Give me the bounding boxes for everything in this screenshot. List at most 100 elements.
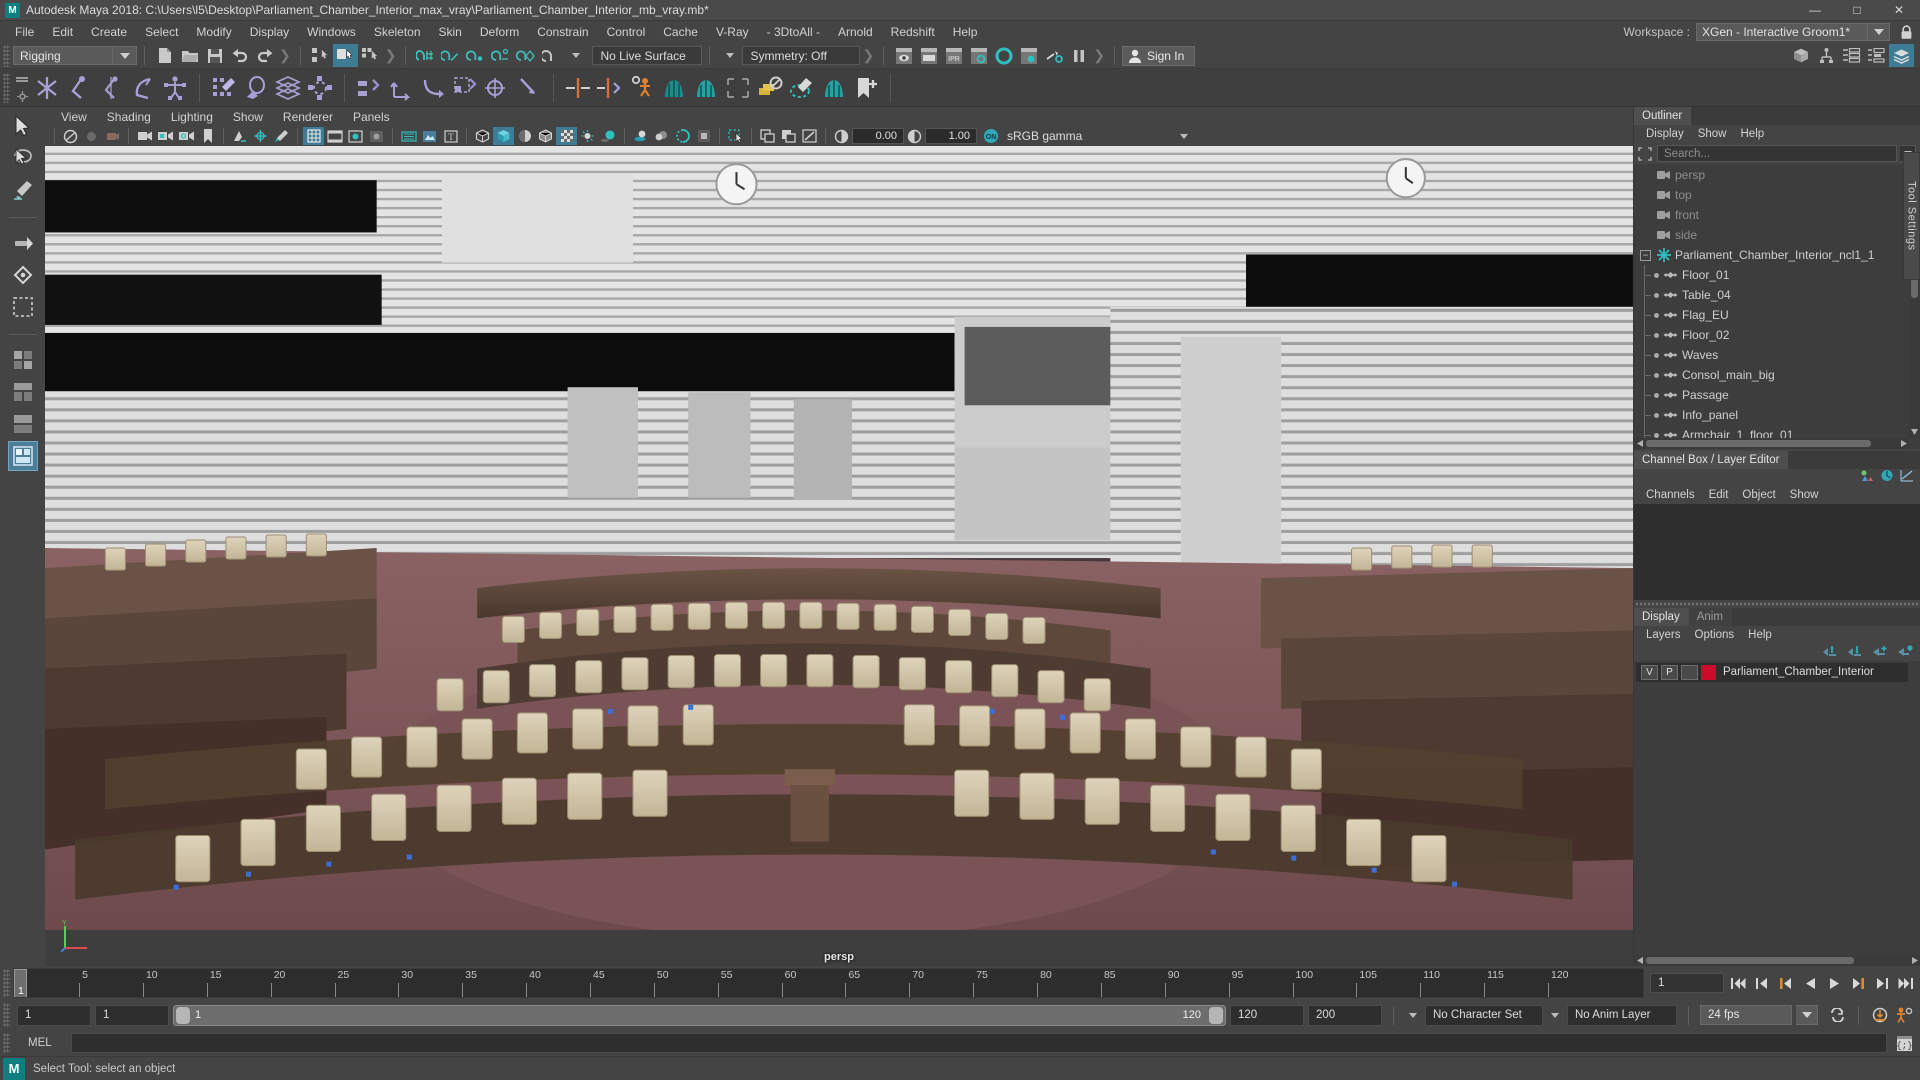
go-to-end-icon[interactable] [1896,973,1916,993]
layer-color-swatch[interactable] [1701,664,1716,680]
tab-tool-settings[interactable]: Tool Settings [1903,152,1920,280]
range-slider[interactable]: 1 120 [173,1004,1226,1026]
menu-arnold[interactable]: Arnold [829,22,882,42]
pause-render-icon[interactable] [1066,44,1091,67]
outliner-item-side[interactable]: side [1634,225,1909,245]
grid-toggle-icon[interactable] [303,127,324,145]
new-layer-from-selected-icon[interactable] [1897,644,1913,660]
paste-view-icon[interactable] [778,127,799,145]
character-set-dropdown-button[interactable] [1405,1005,1421,1026]
close-button[interactable]: ✕ [1878,0,1920,21]
camera-attributes-icon[interactable] [102,127,123,145]
playback-start-field[interactable]: 1 [95,1004,169,1026]
wireframe-shading-icon[interactable] [472,127,493,145]
texture-icon[interactable]: T [440,127,461,145]
viewport-menu-shading[interactable]: Shading [97,108,161,126]
mirror-joint-icon[interactable] [562,72,594,104]
open-scene-icon[interactable] [177,44,202,67]
hypershade-icon[interactable] [991,44,1016,67]
smooth-shade-all-icon[interactable] [493,127,514,145]
create-ik-handle-icon[interactable] [63,72,95,104]
show-hide-modeling-toolkit-icon[interactable] [1789,44,1814,67]
scroll-right-icon[interactable] [1898,438,1909,449]
cluster-deformer-icon[interactable] [304,72,336,104]
film-gate-icon[interactable] [324,127,345,145]
two-d-pan-zoom-icon[interactable] [250,127,271,145]
outliner-menu-help[interactable]: Help [1734,125,1772,143]
outliner-item-persp[interactable]: persp [1634,165,1909,185]
four-view-layout[interactable] [8,377,38,407]
multisample-aa-icon[interactable] [672,127,693,145]
outliner-hscroll-thumb[interactable] [1646,439,1871,447]
animation-preferences-icon[interactable] [1894,1005,1914,1025]
rangeslider-gripper[interactable] [3,1003,10,1027]
menu-windows[interactable]: Windows [298,22,365,42]
tear-off-view-icon[interactable] [799,127,820,145]
step-forward-frame-icon[interactable] [1872,973,1892,993]
show-hide-hypergraph-icon[interactable] [1814,44,1839,67]
statusline-gripper[interactable] [3,44,10,67]
lock-camera-toggle-icon[interactable] [155,127,176,145]
render-view-icon[interactable] [1016,44,1041,67]
channel-box-icon[interactable] [1860,469,1874,485]
scale-constraint-icon[interactable] [449,72,481,104]
layers-list[interactable]: V P Parliament_Chamber_Interior [1634,660,1920,966]
lasso-select-tool[interactable] [8,143,38,173]
wireframe-on-shaded-icon[interactable] [535,127,556,145]
current-time-indicator[interactable]: 1 [14,969,27,997]
scroll-left-icon[interactable] [1634,438,1645,449]
snap-to-point-icon[interactable] [463,44,488,67]
scale-tool[interactable] [8,292,38,322]
outliner-item-waves[interactable]: Waves [1634,345,1909,365]
layer-playback-toggle[interactable]: P [1661,664,1678,680]
3d-viewport[interactable]: Y persp [45,146,1633,966]
viewport-menu-panels[interactable]: Panels [343,108,400,126]
menu-cache[interactable]: Cache [654,22,707,42]
outliner-item-front[interactable]: front [1634,205,1909,225]
viewport-menu-renderer[interactable]: Renderer [273,108,343,126]
menu-set-dropdown-button[interactable] [113,46,137,65]
paint-select-tool[interactable] [8,175,38,205]
show-hide-attribute-editor-icon[interactable] [1839,44,1864,67]
tab-outliner[interactable]: Outliner [1634,107,1692,125]
gamma-icon[interactable] [904,127,925,145]
scroll-down-icon[interactable] [1909,427,1920,438]
persp-graph-layout[interactable] [7,441,38,471]
create-ik-spline-handle-icon[interactable] [95,72,127,104]
maximize-button[interactable]: □ [1836,0,1878,21]
gate-mask-icon[interactable] [366,127,387,145]
xgen-icon[interactable] [658,72,690,104]
shelf-tabs-icon[interactable] [16,71,28,85]
viewport-menu-view[interactable]: View [51,108,97,126]
xgen-region-icon[interactable] [722,72,754,104]
xray-joints-icon[interactable] [398,127,419,145]
select-by-object-icon[interactable] [332,44,358,67]
outliner-item-top[interactable]: top [1634,185,1909,205]
exposure-icon[interactable] [831,127,852,145]
xray-icon[interactable] [419,127,440,145]
step-back-key-icon[interactable] [1776,973,1796,993]
channelbox-menu-channels[interactable]: Channels [1639,486,1702,504]
play-backwards-icon[interactable] [1800,973,1820,993]
render-current-frame-icon[interactable] [891,44,916,67]
add-xgen-icon[interactable] [850,72,882,104]
menu-3dtoall[interactable]: - 3DtoAll - [758,22,829,42]
redo-icon[interactable] [252,44,277,67]
cmdline-gripper[interactable] [3,1033,10,1053]
command-language-label[interactable]: MEL [18,1037,66,1049]
outliner-menu-show[interactable]: Show [1691,125,1734,143]
layer-visibility-toggle[interactable]: V [1641,664,1658,680]
symmetry-field[interactable]: Symmetry: Off [742,46,861,65]
anim-layer-dropdown-button[interactable] [1547,1005,1563,1026]
playback-speed-dropdown-button[interactable] [1796,1005,1818,1025]
workspace-value[interactable]: XGen - Interactive Groom1* [1696,23,1868,41]
tab-anim-layers[interactable]: Anim [1688,607,1732,626]
tab-channel-box[interactable]: Channel Box / Layer Editor [1634,450,1789,469]
current-frame-field[interactable]: 1 [1650,973,1724,993]
bind-skin-icon[interactable] [240,72,272,104]
select-tool[interactable] [8,111,38,141]
channelbox-menu-edit[interactable]: Edit [1702,486,1736,504]
go-to-start-icon[interactable] [1728,973,1748,993]
undo-icon[interactable] [227,44,252,67]
show-hide-tool-settings-icon[interactable] [1864,44,1889,67]
